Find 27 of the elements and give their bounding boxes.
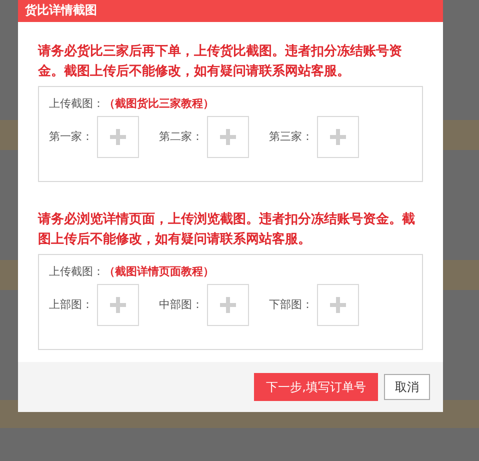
slot-label: 第三家： bbox=[269, 128, 314, 145]
upload-label: 上传截图： bbox=[49, 264, 104, 280]
dialog-title: 货比详情截图 bbox=[18, 0, 443, 22]
notice-text: 请务必浏览详情页面，上传浏览截图。违者扣分冻结账号资金。截图上传后不能修改，如有疑问请联系网站客服。 bbox=[38, 210, 416, 249]
upload-slot[interactable] bbox=[317, 284, 359, 326]
notice-text: 请务必货比三家后再下单，上传货比截图。违者扣分冻结账号资金。截图上传后不能修改，如有疑问请联系网站客服。 bbox=[38, 42, 403, 81]
plus-icon bbox=[330, 297, 346, 313]
upload-slot[interactable] bbox=[317, 116, 359, 158]
upload-label: 上传截图： bbox=[49, 96, 104, 112]
slot-label: 上部图： bbox=[49, 296, 94, 313]
upload-slot[interactable] bbox=[207, 284, 249, 326]
tutorial-link[interactable]: （截图详情页面教程） bbox=[104, 264, 214, 280]
plus-icon bbox=[330, 129, 346, 145]
upload-slot[interactable] bbox=[97, 116, 139, 158]
slot-label: 第一家： bbox=[49, 128, 94, 145]
cancel-button[interactable]: 取消 bbox=[384, 374, 430, 400]
upload-slot[interactable] bbox=[207, 116, 249, 158]
tutorial-link[interactable]: （截图货比三家教程） bbox=[104, 96, 214, 112]
upload-slot[interactable] bbox=[97, 284, 139, 326]
plus-icon bbox=[110, 129, 126, 145]
slot-label: 中部图： bbox=[159, 296, 204, 313]
slot-label: 下部图： bbox=[269, 296, 314, 313]
next-button[interactable]: 下一步,填写订单号 bbox=[254, 373, 378, 401]
slot-label: 第二家： bbox=[159, 128, 204, 145]
plus-icon bbox=[220, 297, 236, 313]
plus-icon bbox=[110, 297, 126, 313]
plus-icon bbox=[220, 129, 236, 145]
